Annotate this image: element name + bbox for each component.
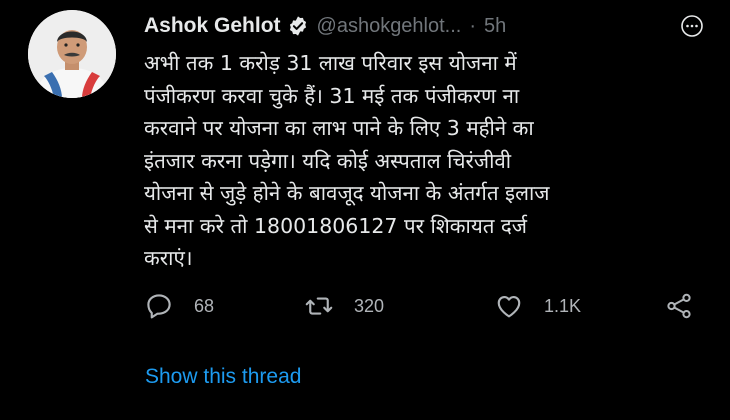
author-handle[interactable]: @ashokgehlot... (317, 15, 462, 38)
retweet-count: 320 (354, 295, 385, 316)
avatar[interactable] (28, 10, 116, 98)
tweet-text: अभी तक 1 करोड़ 31 लाख परिवार इस योजना मे… (144, 51, 550, 270)
separator-dot: · (469, 14, 477, 37)
share-button[interactable] (664, 289, 694, 323)
share-icon (664, 291, 694, 321)
tweet-card[interactable]: Ashok Gehlot @ashokgehlot... · 5h अभी तक… (0, 0, 730, 420)
retweet-button[interactable]: 320 (304, 289, 384, 323)
author-name[interactable]: Ashok Gehlot (144, 14, 281, 38)
reply-count: 68 (194, 295, 215, 316)
avatar-photo (28, 10, 116, 98)
like-count: 1.1K (544, 295, 582, 316)
like-icon (494, 291, 524, 321)
more-options-icon[interactable] (676, 10, 708, 42)
retweet-icon (304, 291, 334, 321)
tweet-header: Ashok Gehlot @ashokgehlot... · 5h (144, 10, 712, 42)
like-button[interactable]: 1.1K (494, 289, 581, 323)
tweet-time[interactable]: 5h (484, 15, 506, 38)
reply-button[interactable]: 68 (144, 289, 214, 323)
tweet-actions: 68 320 1.1K (144, 289, 706, 323)
verified-badge-icon (287, 15, 309, 37)
reply-icon (144, 291, 174, 321)
show-thread-link[interactable]: Show this thread (145, 365, 301, 389)
